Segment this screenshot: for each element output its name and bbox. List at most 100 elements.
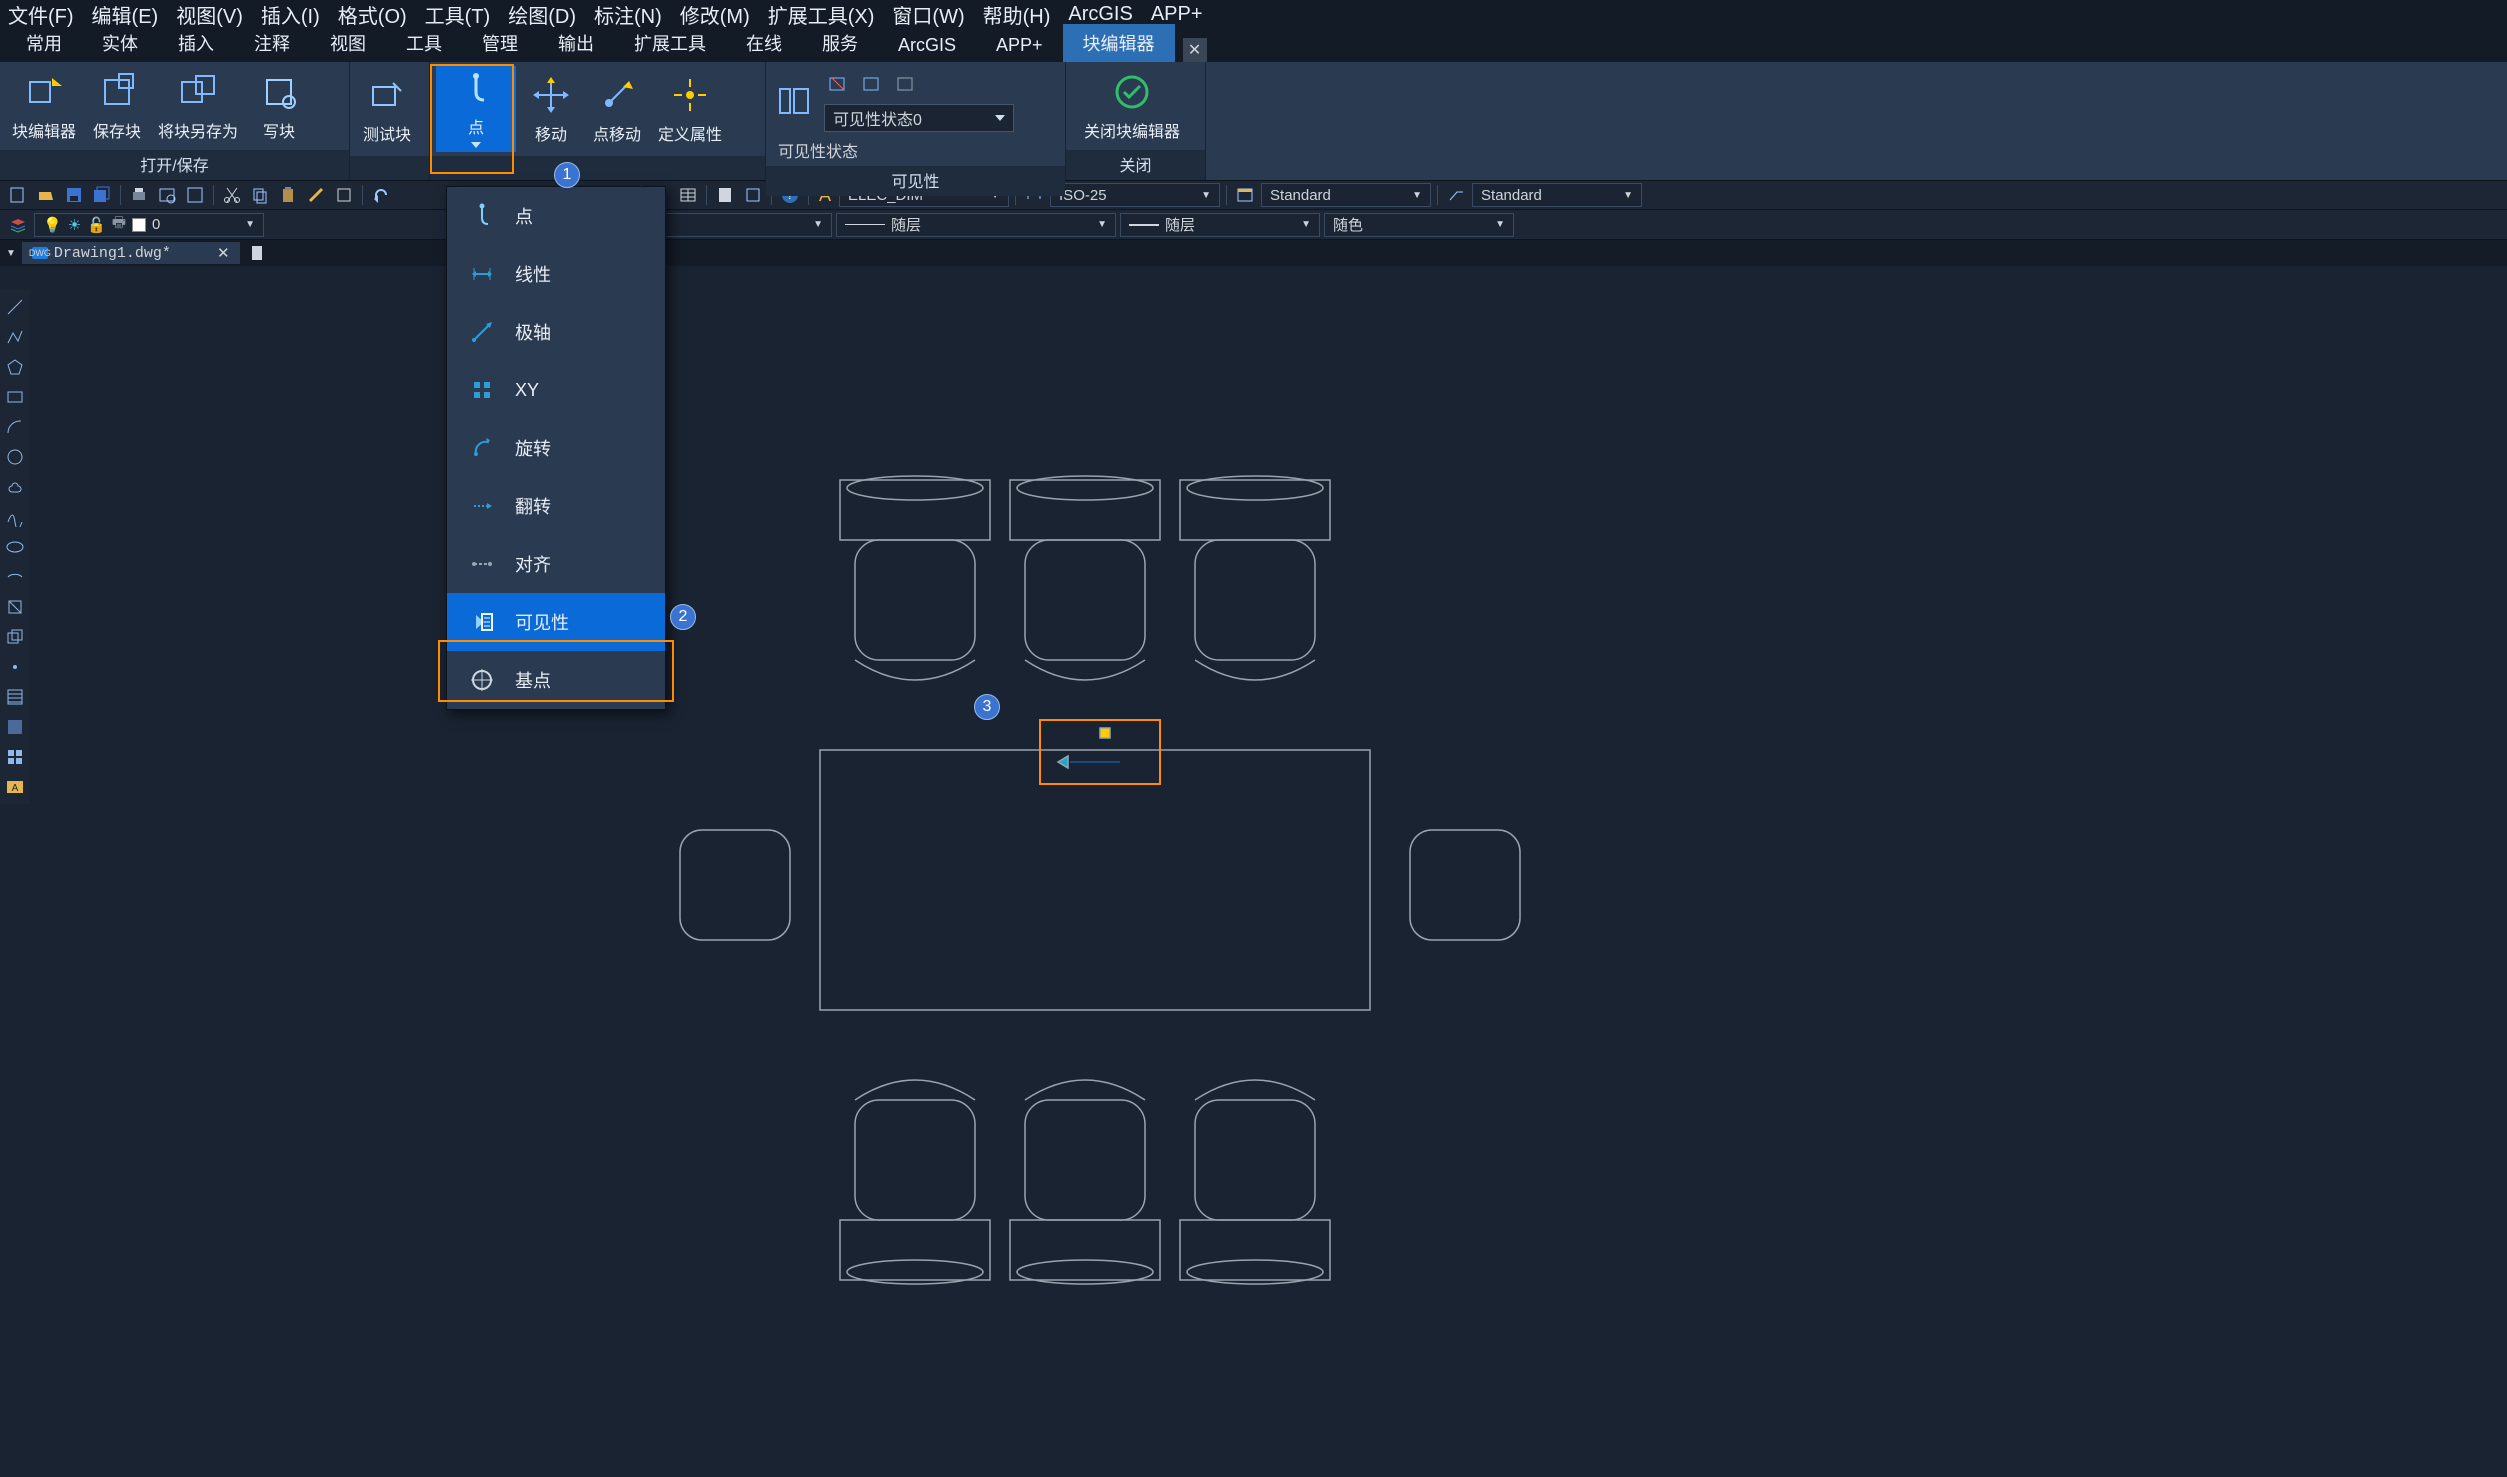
tab-arcgis[interactable]: ArcGIS: [878, 29, 976, 62]
tab-entity[interactable]: 实体: [82, 24, 158, 62]
chevron-down-icon: [471, 142, 481, 148]
tab-insert[interactable]: 插入: [158, 24, 234, 62]
tab-annotate[interactable]: 注释: [234, 24, 310, 62]
btn-block-editor[interactable]: 块编辑器: [6, 66, 82, 146]
vis-tool-3[interactable]: [892, 70, 920, 98]
ellipse-arc-tool[interactable]: [2, 564, 28, 590]
insert-block-tool[interactable]: [2, 594, 28, 620]
tab-common[interactable]: 常用: [6, 24, 82, 62]
line-tool[interactable]: [2, 294, 28, 320]
copy-icon[interactable]: [248, 183, 272, 207]
revcloud-tool[interactable]: [2, 474, 28, 500]
arc-tool[interactable]: [2, 414, 28, 440]
properties-icon[interactable]: [713, 183, 737, 207]
visibility-state-select[interactable]: 可见性状态0: [824, 104, 1014, 132]
layer-combo[interactable]: 💡 ☀ 🔓 🖶 0 ▼: [34, 213, 264, 237]
dropdown-item-rotate[interactable]: 旋转: [447, 419, 665, 477]
draw-toolbar: A: [0, 290, 30, 804]
vis-tool-1[interactable]: [824, 70, 852, 98]
doc-new-icon[interactable]: [246, 241, 270, 265]
btn-define-attr[interactable]: 定义属性: [652, 69, 728, 149]
btn-point-dropdown[interactable]: 点: [436, 66, 516, 152]
undo-icon[interactable]: [369, 183, 393, 207]
doc-close-icon[interactable]: ✕: [217, 244, 230, 262]
save-icon[interactable]: [62, 183, 86, 207]
open-icon[interactable]: [34, 183, 58, 207]
dropdown-item-align[interactable]: 对齐: [447, 535, 665, 593]
drawing-canvas[interactable]: [30, 290, 2507, 1474]
color-combo[interactable]: 随色▼: [1324, 213, 1514, 237]
btn-point-move[interactable]: 点移动: [586, 69, 648, 149]
doc-tab-chevron-icon[interactable]: ▼: [6, 248, 16, 259]
preview-icon[interactable]: [155, 183, 179, 207]
tab-close-icon[interactable]: ✕: [1183, 38, 1207, 62]
tab-service[interactable]: 服务: [802, 24, 878, 62]
tablestyle-icon[interactable]: [1233, 183, 1257, 207]
btn-write-block[interactable]: 写块: [248, 66, 310, 146]
point-tool[interactable]: [2, 654, 28, 680]
dropdown-item-flip[interactable]: 翻转: [447, 477, 665, 535]
tab-tools[interactable]: 工具: [386, 24, 462, 62]
clean-icon[interactable]: [332, 183, 356, 207]
btn-save-block[interactable]: 保存块: [86, 66, 148, 146]
text-tool[interactable]: A: [2, 774, 28, 800]
dwg-icon: DWG: [32, 247, 48, 259]
document-tab[interactable]: DWG Drawing1.dwg* ✕: [22, 242, 240, 264]
make-block-tool[interactable]: [2, 624, 28, 650]
tab-manage[interactable]: 管理: [462, 24, 538, 62]
hatch-tool[interactable]: [2, 684, 28, 710]
dropdown-item-visibility[interactable]: 可见性: [447, 593, 665, 651]
layer-manager-icon[interactable]: [6, 213, 30, 237]
btn-test-block[interactable]: 测试块: [356, 69, 418, 149]
tool2-icon[interactable]: [741, 183, 765, 207]
rectangle-tool[interactable]: [2, 384, 28, 410]
panel-title-close: 关闭: [1066, 150, 1205, 180]
callout-badge-2: 2: [670, 604, 696, 630]
tab-online[interactable]: 在线: [726, 24, 802, 62]
tab-exttools[interactable]: 扩展工具: [614, 24, 726, 62]
menu-window[interactable]: 窗口(W): [892, 0, 964, 29]
ellipse-tool[interactable]: [2, 534, 28, 560]
circle-tool[interactable]: [2, 444, 28, 470]
iso-combo[interactable]: ISO-25▼: [1050, 183, 1220, 207]
menu-help[interactable]: 帮助(H): [983, 0, 1051, 29]
polygon-tool[interactable]: [2, 354, 28, 380]
btn-visibility-state[interactable]: [772, 79, 816, 123]
paste-icon[interactable]: [276, 183, 300, 207]
table-icon[interactable]: [676, 183, 700, 207]
btn-close-block-editor[interactable]: 关闭块编辑器: [1072, 66, 1192, 146]
vis-tool-2[interactable]: [858, 70, 886, 98]
plot-icon[interactable]: [183, 183, 207, 207]
dropdown-item-linear[interactable]: 线性: [447, 245, 665, 303]
tab-block-editor[interactable]: 块编辑器: [1063, 24, 1175, 62]
panel-title-open-save: 打开/保存: [0, 150, 349, 180]
dropdown-item-polar[interactable]: 极轴: [447, 303, 665, 361]
region-tool[interactable]: [2, 744, 28, 770]
mleader-icon[interactable]: [1444, 183, 1468, 207]
polyline-tool[interactable]: [2, 324, 28, 350]
std1-combo[interactable]: Standard▼: [1261, 183, 1431, 207]
menu-arcgis[interactable]: ArcGIS: [1068, 3, 1132, 26]
new-icon[interactable]: [6, 183, 30, 207]
dropdown-item-basepoint[interactable]: 基点: [447, 651, 665, 709]
menu-appplus[interactable]: APP+: [1151, 3, 1203, 26]
std2-combo[interactable]: Standard▼: [1472, 183, 1642, 207]
spline-tool[interactable]: [2, 504, 28, 530]
print-icon[interactable]: [127, 183, 151, 207]
dropdown-item-point[interactable]: 点: [447, 187, 665, 245]
callout-badge-1: 1: [554, 162, 580, 188]
btn-move[interactable]: 移动: [520, 69, 582, 149]
tab-appplus[interactable]: APP+: [976, 29, 1063, 62]
plotstyle-combo[interactable]: 随层▼: [1120, 213, 1320, 237]
lineweight-combo[interactable]: 随层▼: [836, 213, 1116, 237]
svg-text:A: A: [12, 783, 19, 794]
btn-save-block-as[interactable]: 将块另存为: [152, 66, 244, 146]
print2-icon: 🖶: [112, 212, 126, 237]
tab-view[interactable]: 视图: [310, 24, 386, 62]
saveall-icon[interactable]: [90, 183, 114, 207]
gradient-tool[interactable]: [2, 714, 28, 740]
matchprop-icon[interactable]: [304, 183, 328, 207]
tab-output[interactable]: 输出: [538, 24, 614, 62]
dropdown-item-xy[interactable]: XY: [447, 361, 665, 419]
cut-icon[interactable]: [220, 183, 244, 207]
